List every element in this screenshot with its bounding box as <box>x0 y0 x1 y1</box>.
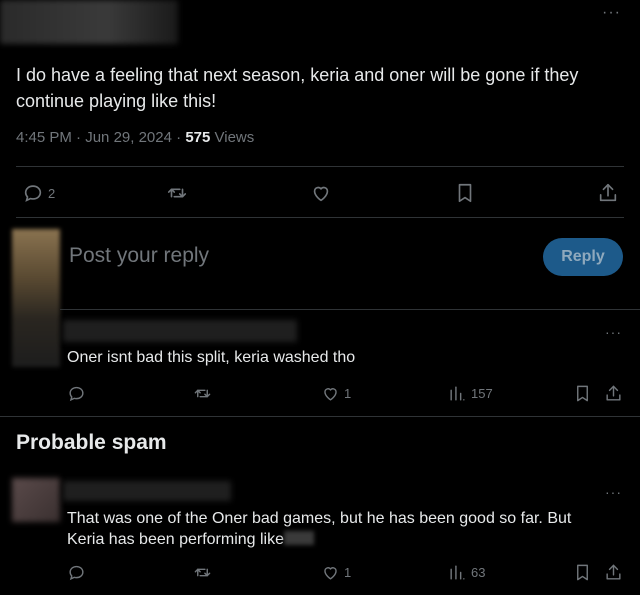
more-options-icon[interactable]: ··· <box>602 4 621 22</box>
post-meta: 4:45 PM · Jun 29, 2024 · 575 Views <box>16 129 254 146</box>
views-label: Views <box>214 129 255 146</box>
divider <box>16 217 624 218</box>
views-count: 63 <box>471 565 486 580</box>
repost-action[interactable] <box>166 182 188 204</box>
comment-author-blurred[interactable] <box>63 320 297 342</box>
views-action[interactable]: 63 <box>448 563 485 582</box>
repost-icon <box>167 188 187 198</box>
heart-icon <box>324 567 337 580</box>
analytics-icon <box>450 386 465 401</box>
avatar[interactable] <box>12 229 60 367</box>
section-heading: Probable spam <box>16 431 167 454</box>
bookmark-action[interactable] <box>454 182 476 204</box>
reply-icon <box>69 565 84 581</box>
reply-icon <box>69 386 84 402</box>
repost-icon <box>194 568 211 577</box>
avatar[interactable] <box>12 478 60 522</box>
analytics-icon <box>450 565 465 580</box>
share-icon <box>606 564 621 580</box>
bookmark-icon <box>577 564 588 581</box>
comment-text: Oner isnt bad this split, keria washed t… <box>67 349 356 366</box>
bookmark-icon <box>577 385 588 402</box>
bookmark-action[interactable] <box>573 563 592 582</box>
post-date[interactable]: Jun 29, 2024 <box>85 129 172 146</box>
reply-icon <box>24 185 42 202</box>
reply-count: 2 <box>48 185 56 201</box>
repost-action[interactable] <box>193 384 212 403</box>
views-action[interactable]: 157 <box>448 384 493 403</box>
reply-input[interactable]: Post your reply <box>69 244 209 268</box>
like-action[interactable]: 1 <box>321 563 351 582</box>
share-icon <box>599 183 617 202</box>
more-options-icon[interactable]: ··· <box>605 484 622 500</box>
author-name-blurred[interactable] <box>0 0 178 44</box>
like-action[interactable] <box>310 182 332 204</box>
like-action[interactable]: 1 <box>321 384 351 403</box>
repost-icon <box>194 389 211 398</box>
like-count: 1 <box>344 565 352 580</box>
share-action[interactable] <box>604 384 623 403</box>
like-count: 1 <box>344 386 352 401</box>
redacted-text <box>284 531 315 545</box>
post-time[interactable]: 4:45 PM <box>16 129 72 146</box>
meta-separator: · <box>76 129 86 146</box>
meta-separator: · <box>176 129 186 146</box>
post-text: I do have a feeling that next season, ke… <box>16 65 579 111</box>
repost-action[interactable] <box>193 563 212 582</box>
comment-text-content: That was one of the Oner bad games, but … <box>67 510 572 548</box>
post-actions: 2 <box>0 182 640 206</box>
heart-icon <box>313 186 329 202</box>
heart-icon <box>324 388 337 401</box>
share-icon <box>606 385 621 401</box>
reply-button[interactable]: Reply <box>543 238 623 276</box>
share-action[interactable] <box>604 563 623 582</box>
comment-author-blurred[interactable] <box>63 481 231 501</box>
divider <box>0 416 640 417</box>
views-count: 157 <box>471 386 493 401</box>
share-action[interactable] <box>597 182 619 204</box>
bookmark-icon <box>458 183 472 203</box>
divider <box>60 309 640 310</box>
reply-action[interactable]: 2 <box>22 182 55 204</box>
bookmark-action[interactable] <box>573 384 592 403</box>
reply-action[interactable] <box>67 563 86 582</box>
views-count: 575 <box>185 129 211 146</box>
divider <box>16 166 624 167</box>
more-options-icon[interactable]: ··· <box>605 324 622 340</box>
comment-actions: 1 157 <box>0 384 640 404</box>
comment-text: That was one of the Oner bad games, but … <box>67 508 607 550</box>
comment-actions: 1 63 <box>0 563 640 583</box>
reply-action[interactable] <box>67 384 86 403</box>
